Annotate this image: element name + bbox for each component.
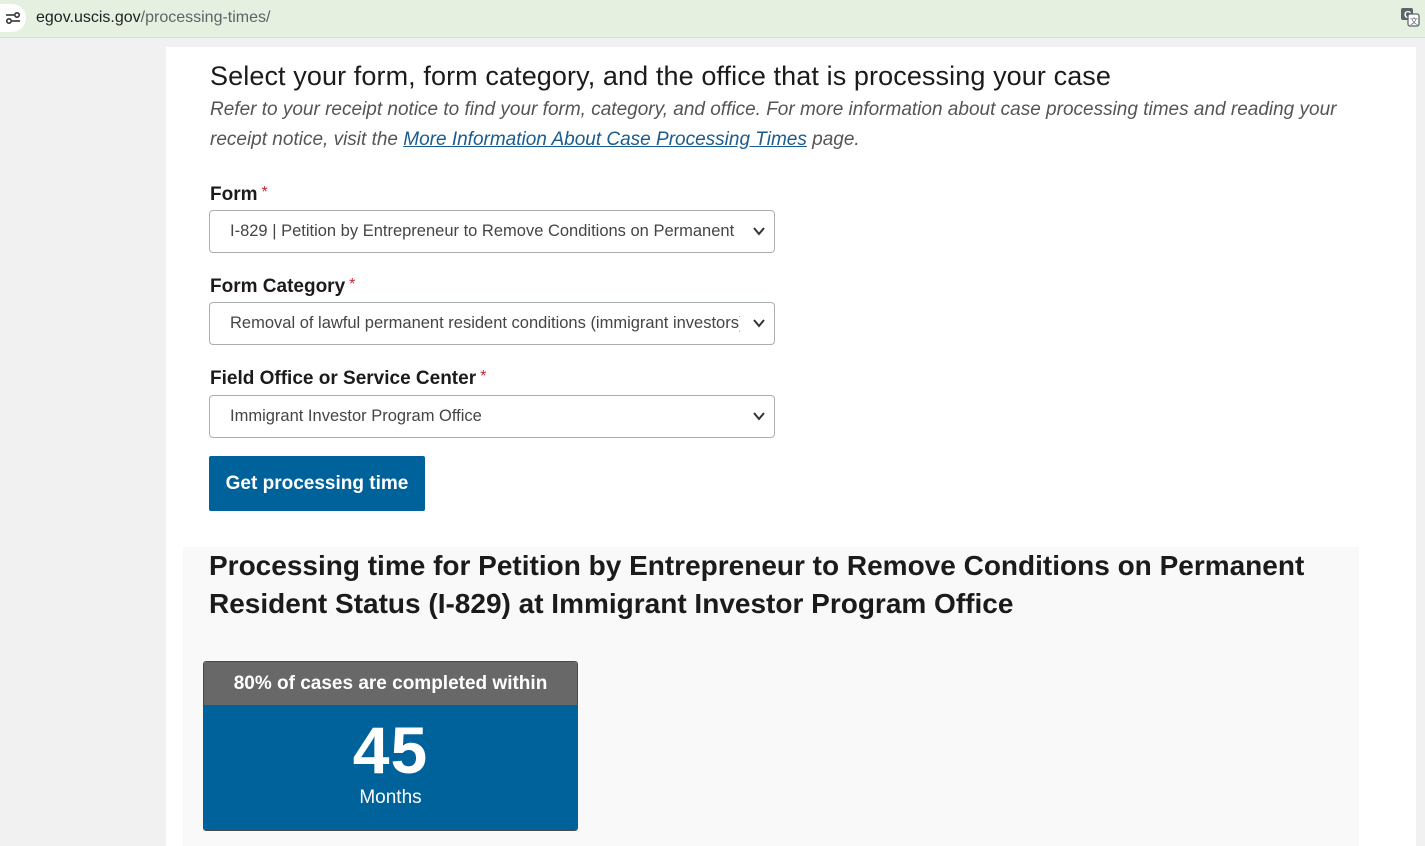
url-host: egov.uscis.gov bbox=[36, 9, 141, 26]
office-label-text: Field Office or Service Center bbox=[210, 368, 477, 389]
chevron-down-icon bbox=[753, 319, 765, 328]
url-field[interactable]: egov.uscis.gov/processing-times/ bbox=[36, 9, 270, 27]
intro-text: Refer to your receipt notice to find you… bbox=[210, 95, 1360, 155]
office-label: Field Office or Service Center * bbox=[210, 368, 486, 390]
form-label: Form * bbox=[210, 184, 268, 206]
processing-times-card: Select your form, form category, and the… bbox=[166, 47, 1416, 846]
chevron-down-icon bbox=[753, 227, 765, 236]
url-path: /processing-times/ bbox=[140, 9, 271, 26]
stat-value: 45 bbox=[352, 713, 429, 787]
tune-icon[interactable] bbox=[0, 4, 26, 32]
more-info-link[interactable]: More Information About Case Processing T… bbox=[403, 129, 807, 150]
translate-icon[interactable]: G 文 bbox=[1399, 6, 1421, 28]
stat-unit: Months bbox=[359, 787, 422, 808]
office-select-value: Immigrant Investor Program Office bbox=[230, 407, 482, 425]
page-viewport: Select your form, form category, and the… bbox=[0, 38, 1425, 846]
processing-time-stat: 80% of cases are completed within 45 Mon… bbox=[203, 661, 578, 831]
section-heading: Select your form, form category, and the… bbox=[210, 61, 1112, 91]
form-select-value: I-829 | Petition by Entrepreneur to Remo… bbox=[230, 222, 740, 240]
required-marker: * bbox=[349, 276, 356, 293]
get-processing-time-button[interactable]: Get processing time bbox=[209, 456, 425, 511]
office-select[interactable]: Immigrant Investor Program Office bbox=[209, 395, 775, 438]
stat-body: 45 Months bbox=[204, 705, 577, 830]
required-marker: * bbox=[480, 368, 487, 385]
form-label-text: Form bbox=[210, 184, 258, 205]
intro-text-after: page. bbox=[806, 129, 860, 150]
result-title: Processing time for Petition by Entrepre… bbox=[209, 550, 1305, 619]
form-select[interactable]: I-829 | Petition by Entrepreneur to Remo… bbox=[209, 210, 775, 253]
chevron-down-icon bbox=[753, 412, 765, 421]
required-marker: * bbox=[261, 184, 268, 201]
stat-header: 80% of cases are completed within bbox=[204, 662, 577, 705]
form-category-select[interactable]: Removal of lawful permanent resident con… bbox=[209, 302, 775, 345]
browser-address-bar: egov.uscis.gov/processing-times/ G 文 bbox=[0, 0, 1425, 38]
form-category-label-text: Form Category bbox=[210, 276, 346, 297]
form-category-label: Form Category * bbox=[210, 276, 355, 298]
form-category-select-value: Removal of lawful permanent resident con… bbox=[230, 314, 740, 332]
svg-text:文: 文 bbox=[1410, 16, 1418, 26]
result-panel: Processing time for Petition by Entrepre… bbox=[183, 547, 1359, 846]
